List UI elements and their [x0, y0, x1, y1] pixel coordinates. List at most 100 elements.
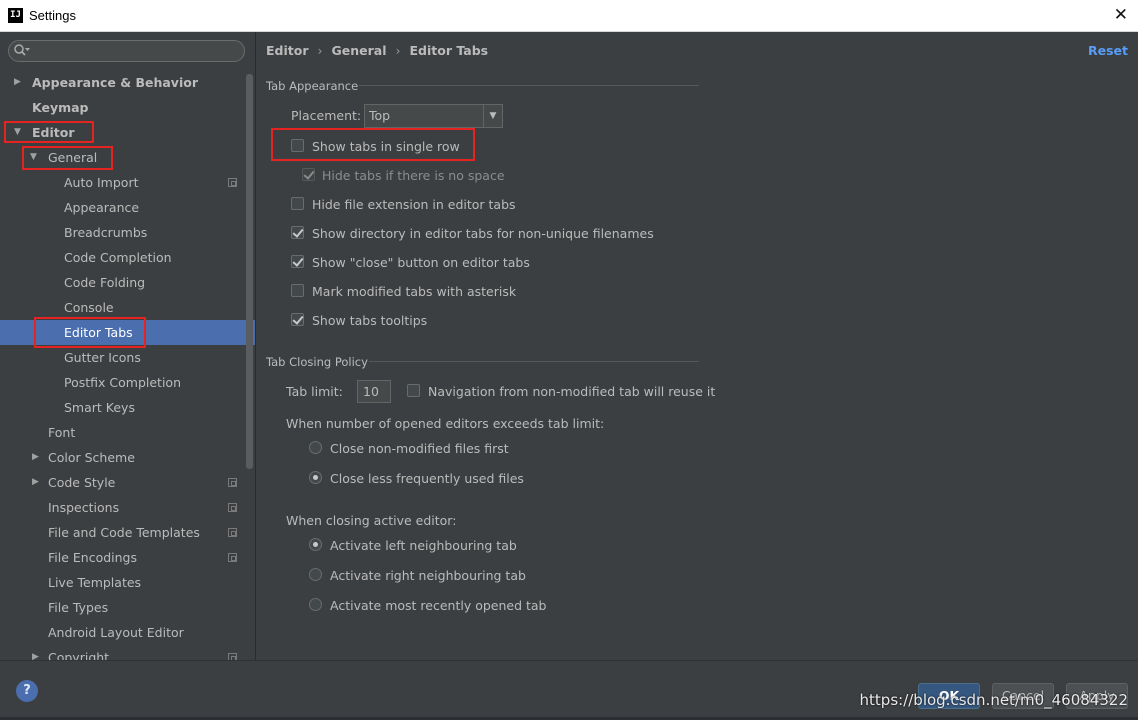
checkbox-label[interactable]: Show tabs in single row — [312, 139, 460, 154]
sidebar-item-editor-tabs[interactable]: Editor Tabs — [0, 320, 255, 345]
checkbox-show-tabs-tooltips[interactable] — [291, 313, 304, 326]
radio-activate-right[interactable] — [309, 568, 322, 581]
sidebar-item-label: Code Completion — [64, 250, 172, 265]
radio-close-non-modified[interactable] — [309, 441, 322, 454]
radio-activate-left[interactable] — [309, 538, 322, 551]
sidebar-item-label: Code Folding — [64, 275, 146, 290]
sidebar-item-label: Editor — [32, 125, 75, 140]
checkbox-show-tabs-single-row[interactable] — [291, 139, 304, 152]
checkbox-label[interactable]: Mark modified tabs with asterisk — [312, 284, 516, 299]
checkbox-show-close-button[interactable] — [291, 255, 304, 268]
radio-label[interactable]: Close less frequently used files — [330, 471, 524, 486]
project-settings-icon — [228, 553, 237, 562]
sidebar-item-label: File Encodings — [48, 550, 138, 565]
sidebar-item-label: Inspections — [48, 500, 120, 515]
search-box[interactable] — [8, 40, 245, 62]
search-icon — [14, 44, 30, 56]
sidebar-item-general[interactable]: ▼ General — [0, 145, 255, 170]
radio-label[interactable]: Activate right neighbouring tab — [330, 568, 526, 583]
reset-link[interactable]: Reset — [1088, 43, 1128, 58]
sidebar-item-appearance[interactable]: Appearance — [0, 195, 255, 220]
title-bar: IJ Settings ✕ — [0, 0, 1138, 32]
sidebar-item-file-code-templates[interactable]: File and Code Templates — [0, 520, 255, 545]
section-divider — [369, 361, 699, 362]
sidebar-item-postfix-completion[interactable]: Postfix Completion — [0, 370, 255, 395]
sidebar-item-editor[interactable]: ▼ Editor — [0, 120, 255, 145]
checkbox-hide-file-extension[interactable] — [291, 197, 304, 210]
breadcrumb-item[interactable]: Editor — [266, 43, 309, 58]
sidebar-item-code-completion[interactable]: Code Completion — [0, 245, 255, 270]
radio-label[interactable]: Activate left neighbouring tab — [330, 538, 517, 553]
sidebar-item-live-templates[interactable]: Live Templates — [0, 570, 255, 595]
sidebar-item-label: Auto Import — [64, 175, 139, 190]
sidebar-item-console[interactable]: Console — [0, 295, 255, 320]
intellij-app-icon: IJ — [8, 8, 23, 23]
checkbox-label[interactable]: Show directory in editor tabs for non-un… — [312, 226, 654, 241]
radio-label[interactable]: Close non-modified files first — [330, 441, 509, 456]
sidebar-item-label: Live Templates — [48, 575, 142, 590]
close-icon[interactable]: ✕ — [1114, 5, 1128, 25]
sidebar-scrollbar[interactable] — [246, 74, 253, 469]
checkbox-label[interactable]: Show tabs tooltips — [312, 313, 427, 328]
expand-arrow-icon[interactable]: ▶ — [14, 70, 24, 95]
checkbox-navigation-reuse[interactable] — [407, 384, 420, 397]
sidebar-item-label: Smart Keys — [64, 400, 135, 415]
closing-active-label: When closing active editor: — [286, 513, 457, 528]
sidebar-item-inspections[interactable]: Inspections — [0, 495, 255, 520]
sidebar-item-code-style[interactable]: ▶ Code Style — [0, 470, 255, 495]
sidebar-item-label: Postfix Completion — [64, 375, 181, 390]
placement-select[interactable]: Top ▼ — [364, 104, 503, 128]
sidebar-item-font[interactable]: Font — [0, 420, 255, 445]
sidebar-item-keymap[interactable]: Keymap — [0, 95, 255, 120]
breadcrumb-item[interactable]: General — [332, 43, 387, 58]
project-settings-icon — [228, 528, 237, 537]
checkbox-label[interactable]: Show "close" button on editor tabs — [312, 255, 530, 270]
sidebar-item-android-layout-editor[interactable]: Android Layout Editor — [0, 620, 255, 645]
sidebar-item-file-encodings[interactable]: File Encodings — [0, 545, 255, 570]
search-input[interactable] — [35, 43, 235, 59]
sidebar-item-label: Breadcrumbs — [64, 225, 148, 240]
checkbox-mark-modified-asterisk[interactable] — [291, 284, 304, 297]
sidebar-item-smart-keys[interactable]: Smart Keys — [0, 395, 255, 420]
sidebar-item-code-folding[interactable]: Code Folding — [0, 270, 255, 295]
radio-activate-recent[interactable] — [309, 598, 322, 611]
sidebar-item-gutter-icons[interactable]: Gutter Icons — [0, 345, 255, 370]
breadcrumb-item: Editor Tabs — [409, 43, 489, 58]
sidebar-item-label: File and Code Templates — [48, 525, 200, 540]
radio-close-less-frequent[interactable] — [309, 471, 322, 484]
checkbox-label: Hide tabs if there is no space — [322, 168, 505, 183]
project-settings-icon — [228, 503, 237, 512]
sidebar-item-appearance-behavior[interactable]: ▶ Appearance & Behavior — [0, 70, 255, 95]
tab-limit-input[interactable] — [357, 380, 391, 403]
checkbox-label[interactable]: Navigation from non-modified tab will re… — [428, 384, 715, 399]
tab-limit-label: Tab limit: — [286, 384, 343, 399]
breadcrumb-separator: › — [395, 43, 401, 58]
sidebar-item-label: Code Style — [48, 475, 116, 490]
radio-label[interactable]: Activate most recently opened tab — [330, 598, 547, 613]
checkbox-show-directory[interactable] — [291, 226, 304, 239]
dialog-footer: ? OK Cancel Apply https://blog.csdn.net/… — [0, 660, 1138, 720]
project-settings-icon — [228, 478, 237, 487]
chevron-down-icon[interactable]: ▼ — [483, 105, 502, 127]
expand-arrow-icon[interactable]: ▶ — [32, 445, 42, 470]
sidebar-item-breadcrumbs[interactable]: Breadcrumbs — [0, 220, 255, 245]
sidebar-item-auto-import[interactable]: Auto Import — [0, 170, 255, 195]
settings-content: Editor › General › Editor Tabs Reset Tab App… — [257, 32, 1138, 660]
expand-arrow-icon[interactable]: ▶ — [32, 645, 42, 660]
sidebar-item-file-types[interactable]: File Types — [0, 595, 255, 620]
watermark: https://blog.csdn.net/m0_46084322 — [859, 691, 1128, 709]
placement-label: Placement: — [291, 108, 362, 123]
sidebar-item-label: Android Layout Editor — [48, 625, 184, 640]
sidebar-item-label: Console — [64, 300, 114, 315]
help-icon[interactable]: ? — [16, 680, 38, 702]
expand-arrow-icon[interactable]: ▶ — [32, 470, 42, 495]
sidebar-item-copyright[interactable]: ▶ Copyright — [0, 645, 255, 660]
sidebar-item-color-scheme[interactable]: ▶ Color Scheme — [0, 445, 255, 470]
breadcrumb-separator: › — [317, 43, 323, 58]
sidebar-item-label: General — [48, 150, 98, 165]
checkbox-label[interactable]: Hide file extension in editor tabs — [312, 197, 516, 212]
collapse-arrow-icon[interactable]: ▼ — [30, 145, 40, 170]
checkbox-hide-tabs-no-space — [302, 168, 315, 181]
collapse-arrow-icon[interactable]: ▼ — [14, 120, 24, 145]
sidebar-item-label: File Types — [48, 600, 109, 615]
